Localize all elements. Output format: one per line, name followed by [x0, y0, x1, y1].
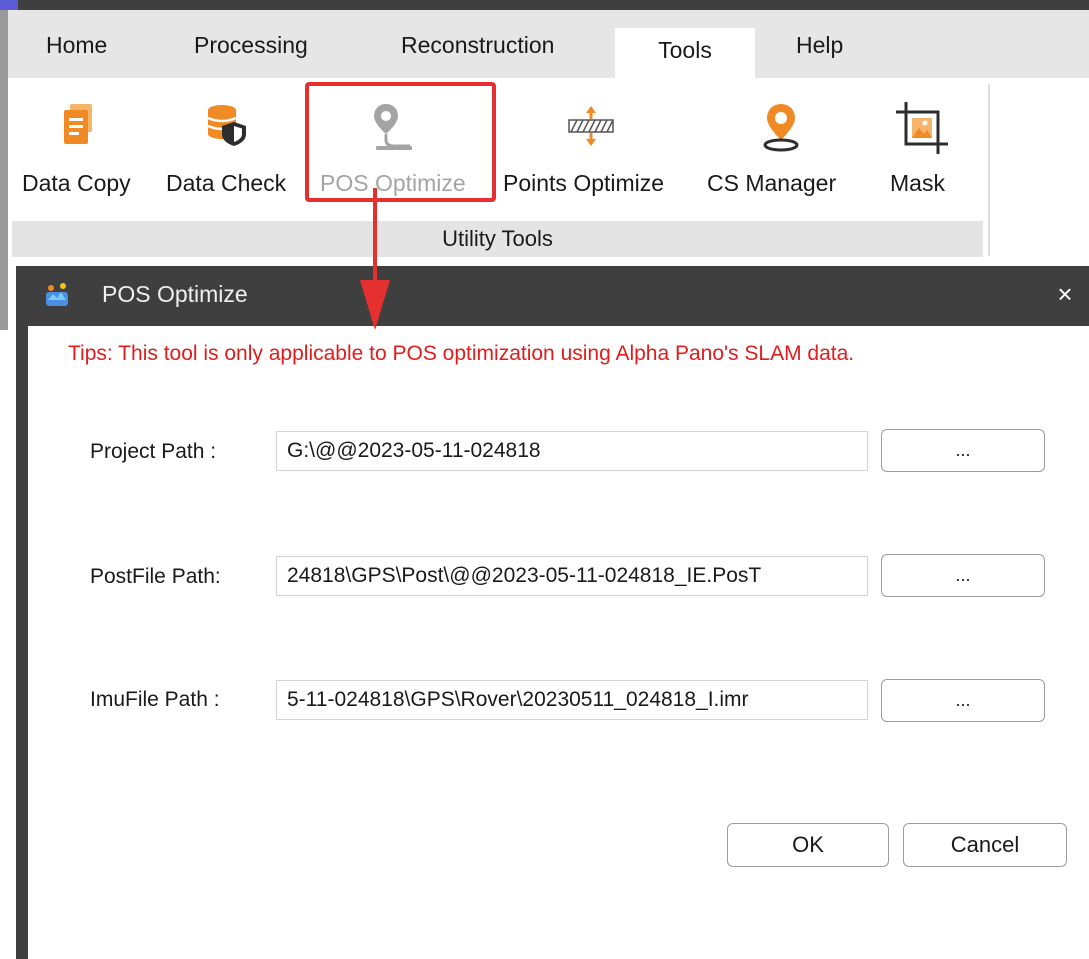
points-optimize-label: Points Optimize — [503, 170, 665, 196]
project-path-browse-button[interactable]: ... — [881, 429, 1045, 472]
data-copy-icon — [64, 104, 92, 144]
app-corner-icon — [0, 0, 18, 10]
tab-home-label: Home — [46, 32, 108, 58]
tab-help[interactable]: Help — [796, 28, 843, 78]
cs-manager-icon — [763, 104, 799, 152]
imufile-path-input[interactable]: 5-11-024818\GPS\Rover\20230511_024818_I.… — [276, 680, 868, 720]
ribbon-group-label: Utility Tools — [12, 221, 983, 257]
window-frame-left — [0, 10, 8, 330]
postfile-path-browse-button[interactable]: ... — [881, 554, 1045, 597]
imufile-path-browse-button[interactable]: ... — [881, 679, 1045, 722]
tab-reconstruction[interactable]: Reconstruction — [401, 28, 554, 78]
mask-icon — [896, 102, 948, 154]
pos-optimize-button[interactable]: POS Optimize — [320, 90, 484, 220]
dialog-title-bar: POS Optimize × — [16, 266, 1089, 326]
tab-tools-label: Tools — [658, 37, 712, 63]
data-check-button[interactable]: Data Check — [166, 90, 300, 220]
pos-optimize-dialog: POS Optimize × Tips: This tool is only a… — [16, 266, 1089, 959]
tab-processing[interactable]: Processing — [194, 28, 308, 78]
postfile-path-input[interactable]: 24818\GPS\Post\@@2023-05-11-024818_IE.Po… — [276, 556, 868, 596]
app-title-strip — [0, 0, 1089, 10]
ribbon-separator — [988, 84, 990, 256]
ok-button[interactable]: OK — [727, 823, 889, 867]
mask-label: Mask — [890, 170, 945, 196]
cs-manager-button[interactable]: CS Manager — [707, 90, 857, 220]
pos-optimize-icon — [374, 104, 412, 150]
cs-manager-label: CS Manager — [707, 170, 837, 196]
imufile-path-label: ImuFile Path : — [90, 688, 220, 711]
data-check-label: Data Check — [166, 170, 287, 196]
data-copy-button[interactable]: Data Copy — [22, 90, 148, 220]
data-check-icon — [207, 105, 246, 146]
tab-processing-label: Processing — [194, 32, 308, 58]
ribbon-tabs-bar: Home Processing Reconstruction Tools Hel… — [8, 10, 1089, 88]
tab-reconstruction-label: Reconstruction — [401, 32, 555, 58]
tab-home[interactable]: Home — [46, 28, 107, 78]
mask-button[interactable]: Mask — [890, 90, 960, 220]
points-optimize-button[interactable]: Points Optimize — [503, 90, 687, 220]
dialog-app-icon — [46, 283, 68, 306]
points-optimize-icon — [568, 106, 614, 146]
data-copy-label: Data Copy — [22, 170, 131, 196]
project-path-label: Project Path : — [90, 440, 217, 463]
dialog-close-button[interactable]: × — [1049, 276, 1081, 312]
postfile-path-label: PostFile Path: — [90, 565, 221, 588]
pos-optimize-label: POS Optimize — [320, 170, 466, 196]
dialog-tips: Tips: This tool is only applicable to PO… — [68, 342, 855, 365]
project-path-input[interactable]: G:\@@2023-05-11-024818 — [276, 431, 868, 471]
dialog-title: POS Optimize — [102, 281, 248, 307]
tab-help-label: Help — [796, 32, 844, 58]
cancel-button[interactable]: Cancel — [903, 823, 1067, 867]
